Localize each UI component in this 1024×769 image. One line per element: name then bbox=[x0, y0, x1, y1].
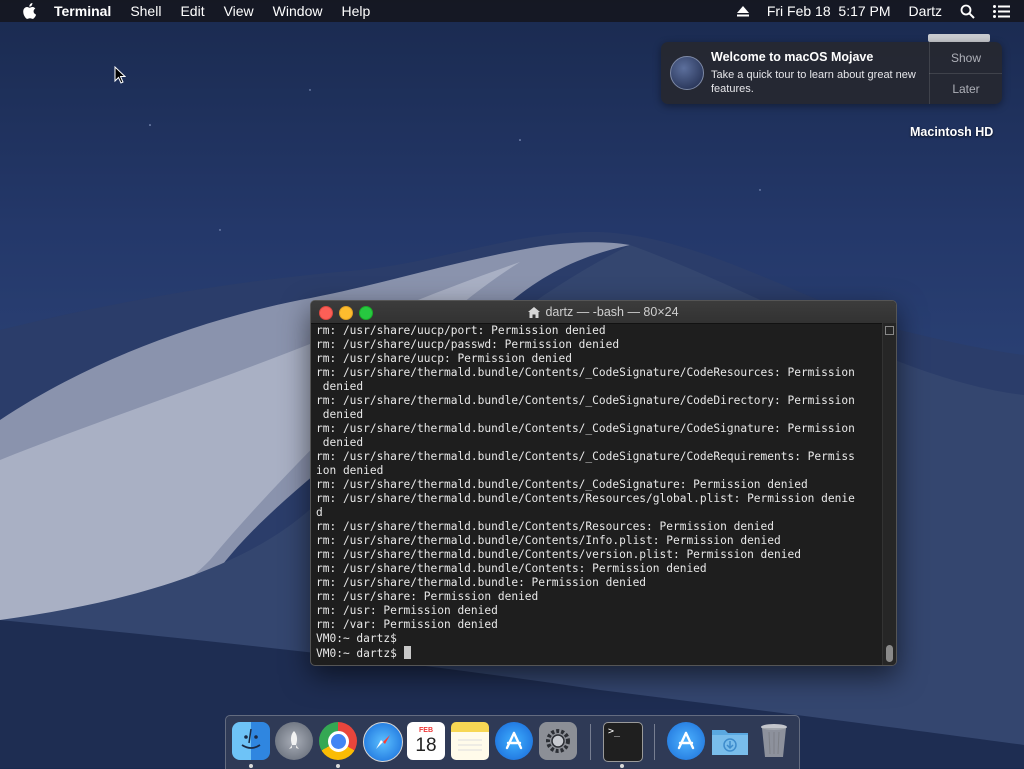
safari-icon[interactable] bbox=[363, 722, 403, 762]
system-preferences-icon[interactable] bbox=[539, 722, 577, 760]
chrome-running-dot bbox=[336, 764, 340, 768]
terminal-line: rm: /usr/share: Permission denied bbox=[316, 590, 539, 603]
terminal-titlebar[interactable]: dartz — -bash — 80×24 bbox=[311, 301, 896, 324]
calendar-day: 18 bbox=[415, 735, 437, 756]
launchpad-icon[interactable] bbox=[275, 722, 313, 760]
finder-icon[interactable] bbox=[232, 722, 270, 760]
scrollbar-button[interactable] bbox=[885, 326, 894, 335]
terminal-line: rm: /usr/share/thermald.bundle/Contents/… bbox=[316, 534, 781, 547]
terminal-running-dot bbox=[620, 764, 624, 768]
terminal-line: rm: /usr/share/thermald.bundle/Contents/… bbox=[316, 366, 855, 379]
notification-title: Welcome to macOS Mojave bbox=[711, 50, 874, 64]
app-store-icon[interactable] bbox=[495, 722, 533, 760]
terminal-line: rm: /usr/share/thermald.bundle/Contents/… bbox=[316, 492, 855, 505]
applications-folder-icon[interactable] bbox=[667, 722, 705, 760]
mojave-icon bbox=[670, 56, 704, 90]
dock-separator bbox=[590, 724, 591, 760]
terminal-window[interactable]: dartz — -bash — 80×24 rm: /usr/share/uuc… bbox=[310, 300, 897, 666]
hard-drive-icon[interactable] bbox=[928, 34, 990, 42]
mouse-pointer-icon bbox=[114, 66, 126, 84]
spotlight-search-icon[interactable] bbox=[960, 4, 975, 19]
menu-view[interactable]: View bbox=[224, 3, 254, 19]
terminal-line: rm: /usr/share/thermald.bundle/Contents/… bbox=[316, 520, 775, 533]
terminal-line: denied bbox=[316, 436, 364, 449]
notification-show-button[interactable]: Show bbox=[929, 42, 1002, 74]
menu-clock[interactable]: Fri Feb 18 5:17 PM bbox=[767, 3, 891, 19]
terminal-line: rm: /usr/share/uucp: Permission denied bbox=[316, 352, 572, 365]
downloads-folder-icon[interactable] bbox=[711, 722, 749, 760]
terminal-scrollbar[interactable] bbox=[882, 323, 896, 665]
notification-banner[interactable]: Welcome to macOS Mojave Take a quick tou… bbox=[661, 42, 1002, 104]
menu-shell[interactable]: Shell bbox=[130, 3, 161, 19]
chrome-icon[interactable] bbox=[319, 722, 357, 760]
finder-running-dot bbox=[249, 764, 253, 768]
text-cursor bbox=[403, 646, 411, 659]
eject-icon[interactable] bbox=[736, 5, 749, 17]
menu-edit[interactable]: Edit bbox=[180, 3, 204, 19]
apple-menu-icon[interactable] bbox=[20, 2, 38, 20]
notification-center-icon[interactable] bbox=[993, 4, 1010, 18]
terminal-line: rm: /var: Permission denied bbox=[316, 618, 498, 631]
menu-bar: Terminal Shell Edit View Window Help Fri… bbox=[0, 0, 1024, 22]
notification-body: Take a quick tour to learn about great n… bbox=[711, 69, 916, 95]
menu-app-name[interactable]: Terminal bbox=[54, 3, 111, 19]
terminal-line: ion denied bbox=[316, 464, 384, 477]
menu-help[interactable]: Help bbox=[341, 3, 370, 19]
scrollbar-thumb[interactable] bbox=[886, 645, 893, 662]
terminal-line: rm: /usr/share/thermald.bundle/Contents/… bbox=[316, 450, 855, 463]
terminal-line: VM0:~ dartz$ bbox=[316, 646, 882, 661]
home-folder-icon bbox=[528, 306, 541, 318]
terminal-line: rm: /usr: Permission denied bbox=[316, 604, 498, 617]
terminal-title: dartz — -bash — 80×24 bbox=[545, 305, 679, 319]
terminal-line: rm: /usr/share/uucp/passwd: Permission d… bbox=[316, 338, 620, 351]
calendar-month: FEB bbox=[419, 727, 433, 734]
trash-icon[interactable] bbox=[755, 722, 793, 760]
notes-icon[interactable] bbox=[451, 722, 489, 760]
terminal-line: rm: /usr/share/thermald.bundle/Contents/… bbox=[316, 394, 855, 407]
notification-later-button[interactable]: Later bbox=[929, 73, 1002, 104]
dock: FEB 18 >_ bbox=[225, 715, 800, 769]
menu-window[interactable]: Window bbox=[273, 3, 323, 19]
terminal-line: rm: /usr/share/thermald.bundle/Contents/… bbox=[316, 478, 808, 491]
terminal-line: denied bbox=[316, 408, 364, 421]
terminal-line: rm: /usr/share/thermald.bundle/Contents/… bbox=[316, 422, 855, 435]
menu-user[interactable]: Dartz bbox=[909, 3, 942, 19]
dock-separator-2 bbox=[654, 724, 655, 760]
calendar-icon[interactable]: FEB 18 bbox=[407, 722, 445, 760]
terminal-line: rm: /usr/share/thermald.bundle/Contents:… bbox=[316, 562, 707, 575]
hard-drive-label[interactable]: Macintosh HD bbox=[910, 125, 993, 139]
terminal-output[interactable]: rm: /usr/share/uucp/port: Permission den… bbox=[316, 324, 882, 665]
terminal-line: rm: /usr/share/thermald.bundle: Permissi… bbox=[316, 576, 647, 589]
terminal-line: denied bbox=[316, 380, 364, 393]
terminal-icon[interactable]: >_ bbox=[603, 722, 643, 762]
terminal-line: d bbox=[316, 506, 323, 519]
terminal-line: VM0:~ dartz$ bbox=[316, 632, 404, 645]
terminal-line: rm: /usr/share/uucp/port: Permission den… bbox=[316, 324, 606, 337]
terminal-line: rm: /usr/share/thermald.bundle/Contents/… bbox=[316, 548, 801, 561]
